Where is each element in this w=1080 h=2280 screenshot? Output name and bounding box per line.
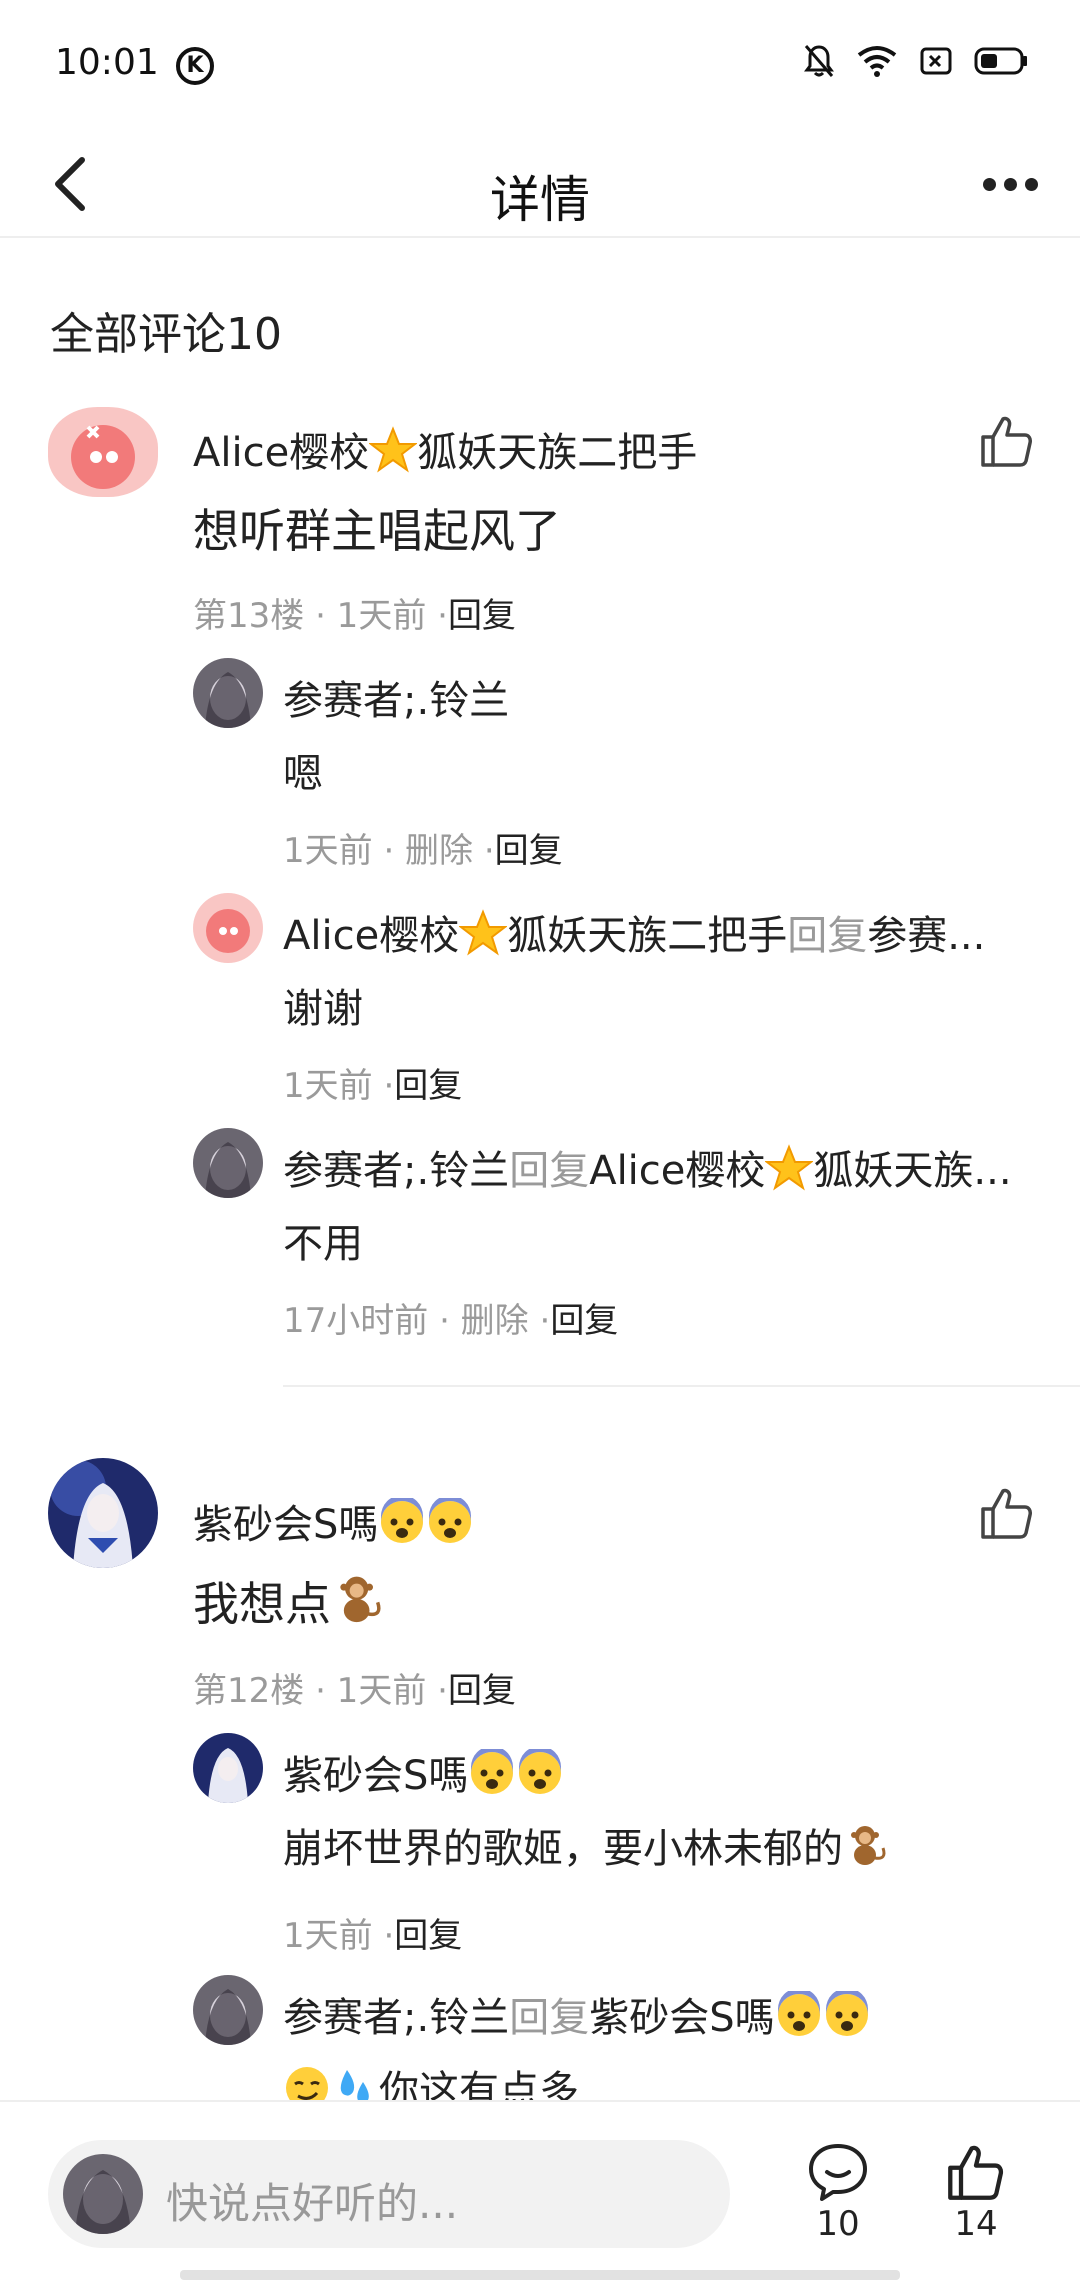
- comments-section-title: 全部评论10: [50, 309, 282, 360]
- reply-link[interactable]: 回复: [448, 596, 516, 636]
- avatar[interactable]: [193, 1975, 263, 2045]
- author-name-part: 狐妖天族二把手: [417, 430, 698, 476]
- comment-text: 想听群主唱起风了: [193, 504, 561, 558]
- reply-target[interactable]: 狐妖天族...: [813, 1148, 1011, 1194]
- avatar[interactable]: [48, 1458, 158, 1568]
- thumbs-up-icon[interactable]: [979, 413, 1035, 469]
- author-name-part: Alice樱校: [193, 430, 370, 476]
- comment-author[interactable]: 紫砂会S嗎: [193, 1492, 474, 1550]
- thumbs-up-icon: [948, 2145, 1004, 2200]
- reply-link[interactable]: 回复: [495, 831, 563, 871]
- reply-author[interactable]: 参赛者;.铃兰回复Alice樱校 狐妖天族...: [283, 1138, 1012, 1196]
- reply-link[interactable]: 回复: [394, 1066, 462, 1106]
- star-emoji-icon: [459, 909, 508, 957]
- like-button[interactable]: 14: [926, 2142, 1026, 2244]
- avatar[interactable]: [193, 658, 263, 728]
- avatar[interactable]: [48, 407, 158, 497]
- reply-link[interactable]: 回复: [448, 1671, 516, 1711]
- reply-text: 嗯: [283, 751, 323, 797]
- mute-bell-icon: [804, 44, 834, 78]
- page-title: 详情: [490, 171, 590, 229]
- reply-target[interactable]: 紫砂会S嗎: [589, 1995, 774, 2041]
- reply-target[interactable]: 参赛...: [867, 913, 985, 959]
- author-name-part: 参赛者;.铃兰: [283, 1148, 510, 1194]
- reply-text: 崩坏世界的歌姬，要小林未郁的: [283, 1816, 891, 1874]
- reply-word: 回复: [787, 913, 868, 959]
- divider: [283, 1385, 1080, 1387]
- more-dot: [1003, 177, 1017, 191]
- fearful-face-emoji-icon: [378, 1498, 426, 1546]
- fearful-face-emoji-icon: [775, 1991, 823, 2039]
- reply-text: 不用: [283, 1221, 363, 1267]
- reply-author[interactable]: 紫砂会S嗎: [283, 1743, 564, 1801]
- status-time: 10:01: [55, 42, 159, 83]
- author-name-part: 紫砂会S嗎: [283, 1753, 469, 1799]
- avatar: [63, 2154, 143, 2234]
- home-indicator: [180, 2270, 900, 2280]
- reply-word: 回复: [509, 1995, 590, 2041]
- reply-author[interactable]: Alice樱校 狐妖天族二把手回复参赛...: [283, 903, 985, 961]
- reply-text: 谢谢: [283, 986, 363, 1032]
- meta-text: 1天前 ·: [283, 1916, 395, 1956]
- comment-bubble-icon: [809, 2144, 867, 2201]
- avatar[interactable]: [193, 893, 263, 963]
- nav-bar: 详情: [0, 130, 1080, 238]
- meta-text: 17小时前 · 删除 ·: [283, 1301, 551, 1341]
- fearful-face-emoji-icon: [468, 1749, 516, 1797]
- fearful-face-emoji-icon: [516, 1749, 564, 1797]
- fearful-face-emoji-icon: [823, 1991, 871, 2039]
- more-dot: [982, 177, 996, 191]
- reply-meta: 17小时前 · 删除 ·回复: [283, 1293, 618, 1342]
- author-name-part: 紫砂会S嗎: [193, 1502, 379, 1548]
- comment-meta: 第12楼 · 1天前 ·回复: [193, 1663, 516, 1712]
- star-emoji-icon: [369, 426, 418, 474]
- meta-text: 1天前 ·: [283, 1066, 395, 1106]
- comment-input[interactable]: 快说点好听的...: [48, 2140, 730, 2248]
- reply-meta: 1天前 ·回复: [283, 1908, 462, 1957]
- more-button[interactable]: [970, 144, 1050, 224]
- thumbs-up-icon[interactable]: [979, 1485, 1035, 1541]
- reply-text-part: 崩坏世界的歌姬，要小林未郁的: [283, 1826, 843, 1872]
- reply-author[interactable]: 参赛者;.铃兰回复紫砂会S嗎: [283, 1985, 871, 2043]
- reply-meta: 1天前 ·回复: [283, 1058, 462, 1107]
- reply-author[interactable]: 参赛者;.铃兰: [283, 668, 509, 726]
- status-bar: 10:01 K: [0, 0, 1080, 130]
- author-name-part: 狐妖天族二把手: [507, 913, 788, 959]
- comment-count: 10: [816, 2204, 860, 2244]
- comment-text-part: 我想点: [193, 1577, 331, 1631]
- author-name-part: Alice樱校: [283, 913, 460, 959]
- k-app-icon: K: [176, 47, 214, 85]
- avatar[interactable]: [193, 1128, 263, 1198]
- comments-button[interactable]: 10: [788, 2142, 888, 2244]
- monkey-emoji-icon: [843, 1822, 891, 1870]
- star-emoji-icon: [765, 1144, 814, 1192]
- bottom-bar: 快说点好听的... 10 14: [0, 2100, 1080, 2280]
- comment-text: 我想点: [193, 1568, 387, 1634]
- fearful-face-emoji-icon: [426, 1498, 474, 1546]
- battery-icon: [974, 46, 1028, 76]
- status-icons: [804, 44, 1028, 78]
- meta-text: 第13楼 · 1天前 ·: [193, 596, 448, 636]
- more-dot: [1024, 177, 1038, 191]
- sim-icon: [920, 46, 952, 76]
- like-count: 14: [954, 2204, 998, 2244]
- wifi-icon: [856, 45, 898, 77]
- meta-text: 1天前 · 删除 ·: [283, 831, 495, 871]
- monkey-emoji-icon: [331, 1572, 387, 1628]
- avatar[interactable]: [193, 1733, 263, 1803]
- reply-link[interactable]: 回复: [394, 1916, 462, 1956]
- comment-meta: 第13楼 · 1天前 ·回复: [193, 588, 516, 637]
- reply-word: 回复: [509, 1148, 590, 1194]
- input-placeholder: 快说点好听的...: [166, 2179, 459, 2228]
- reply-meta: 1天前 · 删除 ·回复: [283, 823, 563, 872]
- meta-text: 第12楼 · 1天前 ·: [193, 1671, 448, 1711]
- reply-target[interactable]: Alice樱校: [589, 1148, 765, 1194]
- author-name-part: 参赛者;.铃兰: [283, 1995, 510, 2041]
- reply-link[interactable]: 回复: [550, 1301, 618, 1341]
- comment-author[interactable]: Alice樱校 狐妖天族二把手: [193, 420, 697, 478]
